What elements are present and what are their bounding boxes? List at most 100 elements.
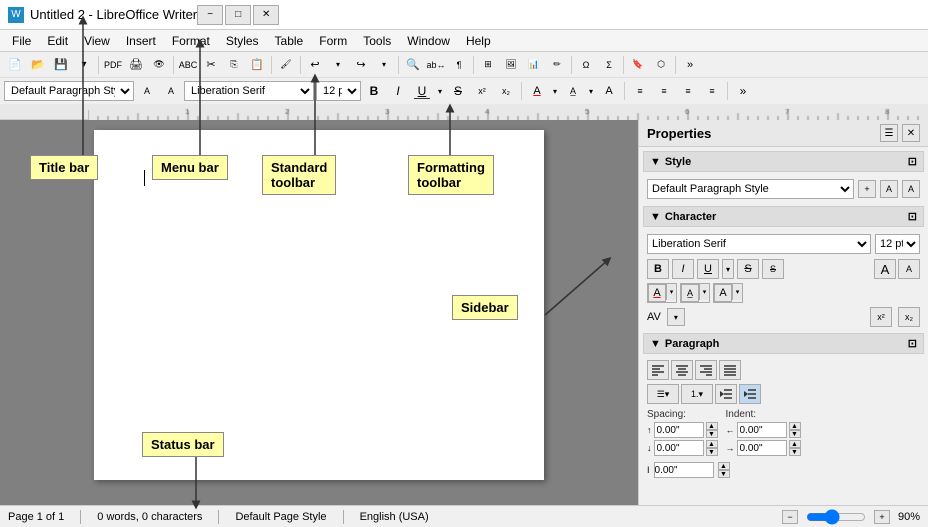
para-indent-btn[interactable] bbox=[739, 384, 761, 404]
menu-styles[interactable]: Styles bbox=[218, 32, 267, 50]
cut-button[interactable]: ✂ bbox=[200, 54, 222, 76]
align-center-button[interactable]: ≡ bbox=[653, 81, 675, 101]
para-list-num-dropdown[interactable]: 1.▾ bbox=[681, 384, 713, 404]
para-align-justify-btn[interactable] bbox=[719, 360, 741, 380]
save-dropdown[interactable]: ▾ bbox=[73, 54, 95, 76]
align-left-button[interactable]: ≡ bbox=[629, 81, 651, 101]
menu-edit[interactable]: Edit bbox=[39, 32, 76, 50]
draw-button[interactable]: ✏ bbox=[546, 54, 568, 76]
font-color-button[interactable]: A bbox=[526, 81, 548, 101]
sidebar-style-select[interactable]: Default Paragraph Style bbox=[647, 179, 854, 199]
more-fmt-button[interactable]: » bbox=[732, 81, 754, 101]
sidebar-close-button[interactable]: ✕ bbox=[902, 124, 920, 142]
style-update-button[interactable]: A bbox=[880, 180, 898, 198]
sidebar-larger-font-btn[interactable]: A bbox=[874, 259, 896, 279]
font-color-dropdown[interactable]: ▾ bbox=[550, 81, 560, 101]
menu-insert[interactable]: Insert bbox=[118, 32, 164, 50]
para-outdent-btn[interactable] bbox=[715, 384, 737, 404]
subscript-button[interactable]: x₂ bbox=[495, 81, 517, 101]
underline-dropdown[interactable]: ▾ bbox=[435, 81, 445, 101]
pdf-button[interactable]: PDF bbox=[102, 54, 124, 76]
nonprint-button[interactable]: ¶ bbox=[448, 54, 470, 76]
spacing-below-up[interactable]: ▲ bbox=[706, 440, 718, 448]
sidebar-underline-button[interactable]: U bbox=[697, 259, 719, 279]
paste-button[interactable]: 📋 bbox=[246, 54, 268, 76]
sidebar-strikethrough-button[interactable]: S bbox=[737, 259, 759, 279]
sidebar-double-strikethrough-button[interactable]: S bbox=[762, 259, 784, 279]
para-align-center-btn[interactable] bbox=[671, 360, 693, 380]
zoom-in-button[interactable]: + bbox=[874, 510, 890, 524]
close-button[interactable]: ✕ bbox=[253, 5, 279, 25]
style-more-button[interactable]: A bbox=[902, 180, 920, 198]
sidebar-settings-button[interactable]: ☰ bbox=[880, 124, 898, 142]
find-button[interactable]: 🔍 bbox=[402, 54, 424, 76]
sidebar-highlight-dropdown[interactable]: ▾ bbox=[699, 284, 709, 300]
indent-after-down[interactable]: ▼ bbox=[789, 448, 801, 456]
av-dropdown[interactable]: ▾ bbox=[667, 308, 685, 326]
style-select[interactable]: Default Paragraph Style bbox=[4, 81, 134, 101]
menu-view[interactable]: View bbox=[76, 32, 118, 50]
char-bg-button[interactable]: A bbox=[598, 81, 620, 101]
zoom-slider[interactable] bbox=[806, 513, 866, 521]
preview-button[interactable]: 👁 bbox=[148, 54, 170, 76]
formula-button[interactable]: Σ bbox=[598, 54, 620, 76]
spacing-above-down[interactable]: ▼ bbox=[706, 430, 718, 438]
menu-window[interactable]: Window bbox=[399, 32, 458, 50]
font-size-select[interactable]: 12 pt bbox=[316, 81, 361, 101]
line-spacing-down[interactable]: ▼ bbox=[718, 470, 730, 478]
line-spacing-up[interactable]: ▲ bbox=[718, 462, 730, 470]
bookmark-button[interactable]: 🔖 bbox=[627, 54, 649, 76]
style-section-header[interactable]: ▼ Style ⊡ bbox=[643, 151, 924, 172]
sidebar-italic-button[interactable]: I bbox=[672, 259, 694, 279]
indent-after-input[interactable] bbox=[737, 440, 787, 456]
bold-button[interactable]: B bbox=[363, 81, 385, 101]
save-button[interactable]: 💾 bbox=[50, 54, 72, 76]
spacing-below-down[interactable]: ▼ bbox=[706, 448, 718, 456]
strikethrough-button[interactable]: S bbox=[447, 81, 469, 101]
style-new-button[interactable]: + bbox=[858, 180, 876, 198]
para-list-bullet-dropdown[interactable]: ☰▾ bbox=[647, 384, 679, 404]
menu-table[interactable]: Table bbox=[267, 32, 312, 50]
sidebar-highlight-btn[interactable]: A̲ bbox=[681, 284, 699, 302]
indent-before-down[interactable]: ▼ bbox=[789, 430, 801, 438]
italic-button[interactable]: I bbox=[387, 81, 409, 101]
indent-after-up[interactable]: ▲ bbox=[789, 440, 801, 448]
undo-dropdown[interactable]: ▾ bbox=[327, 54, 349, 76]
more-button[interactable]: » bbox=[679, 54, 701, 76]
sidebar-smaller-font-btn[interactable]: A bbox=[898, 259, 920, 279]
menu-format[interactable]: Format bbox=[164, 32, 218, 50]
indent-before-input[interactable] bbox=[737, 422, 787, 438]
new-button[interactable]: 📄 bbox=[4, 54, 26, 76]
align-right-button[interactable]: ≡ bbox=[677, 81, 699, 101]
character-section-header[interactable]: ▼ Character ⊡ bbox=[643, 206, 924, 227]
paragraph-section-header[interactable]: ▼ Paragraph ⊡ bbox=[643, 333, 924, 354]
highlight-button[interactable]: A̲ bbox=[562, 81, 584, 101]
sidebar-bold-button[interactable]: B bbox=[647, 259, 669, 279]
para-align-right-btn[interactable] bbox=[695, 360, 717, 380]
sidebar-underline-dropdown[interactable]: ▾ bbox=[722, 259, 734, 279]
redo-button[interactable]: ↪ bbox=[350, 54, 372, 76]
style-icon-btn[interactable]: A bbox=[136, 81, 158, 101]
open-button[interactable]: 📂 bbox=[27, 54, 49, 76]
navigator-button[interactable]: ⬡ bbox=[650, 54, 672, 76]
menu-help[interactable]: Help bbox=[458, 32, 499, 50]
undo-button[interactable]: ↩ bbox=[304, 54, 326, 76]
align-justify-button[interactable]: ≡ bbox=[701, 81, 723, 101]
sidebar-char-bg-dropdown[interactable]: ▾ bbox=[732, 284, 742, 300]
spacing-below-input[interactable] bbox=[654, 440, 704, 456]
print-button[interactable]: 🖨 bbox=[125, 54, 147, 76]
font-select[interactable]: Liberation Serif bbox=[184, 81, 314, 101]
menu-file[interactable]: File bbox=[4, 32, 39, 50]
redo-dropdown[interactable]: ▾ bbox=[373, 54, 395, 76]
maximize-button[interactable]: □ bbox=[225, 5, 251, 25]
special-char-button[interactable]: Ω bbox=[575, 54, 597, 76]
menu-tools[interactable]: Tools bbox=[355, 32, 399, 50]
sidebar-superscript-btn[interactable]: x² bbox=[870, 307, 892, 327]
underline-button[interactable]: U bbox=[411, 81, 433, 101]
replace-button[interactable]: ab↔ bbox=[425, 54, 447, 76]
menu-form[interactable]: Form bbox=[311, 32, 355, 50]
chart-button[interactable]: 📊 bbox=[523, 54, 545, 76]
spacing-above-up[interactable]: ▲ bbox=[706, 422, 718, 430]
indent-before-up[interactable]: ▲ bbox=[789, 422, 801, 430]
line-spacing-input[interactable] bbox=[654, 462, 714, 478]
